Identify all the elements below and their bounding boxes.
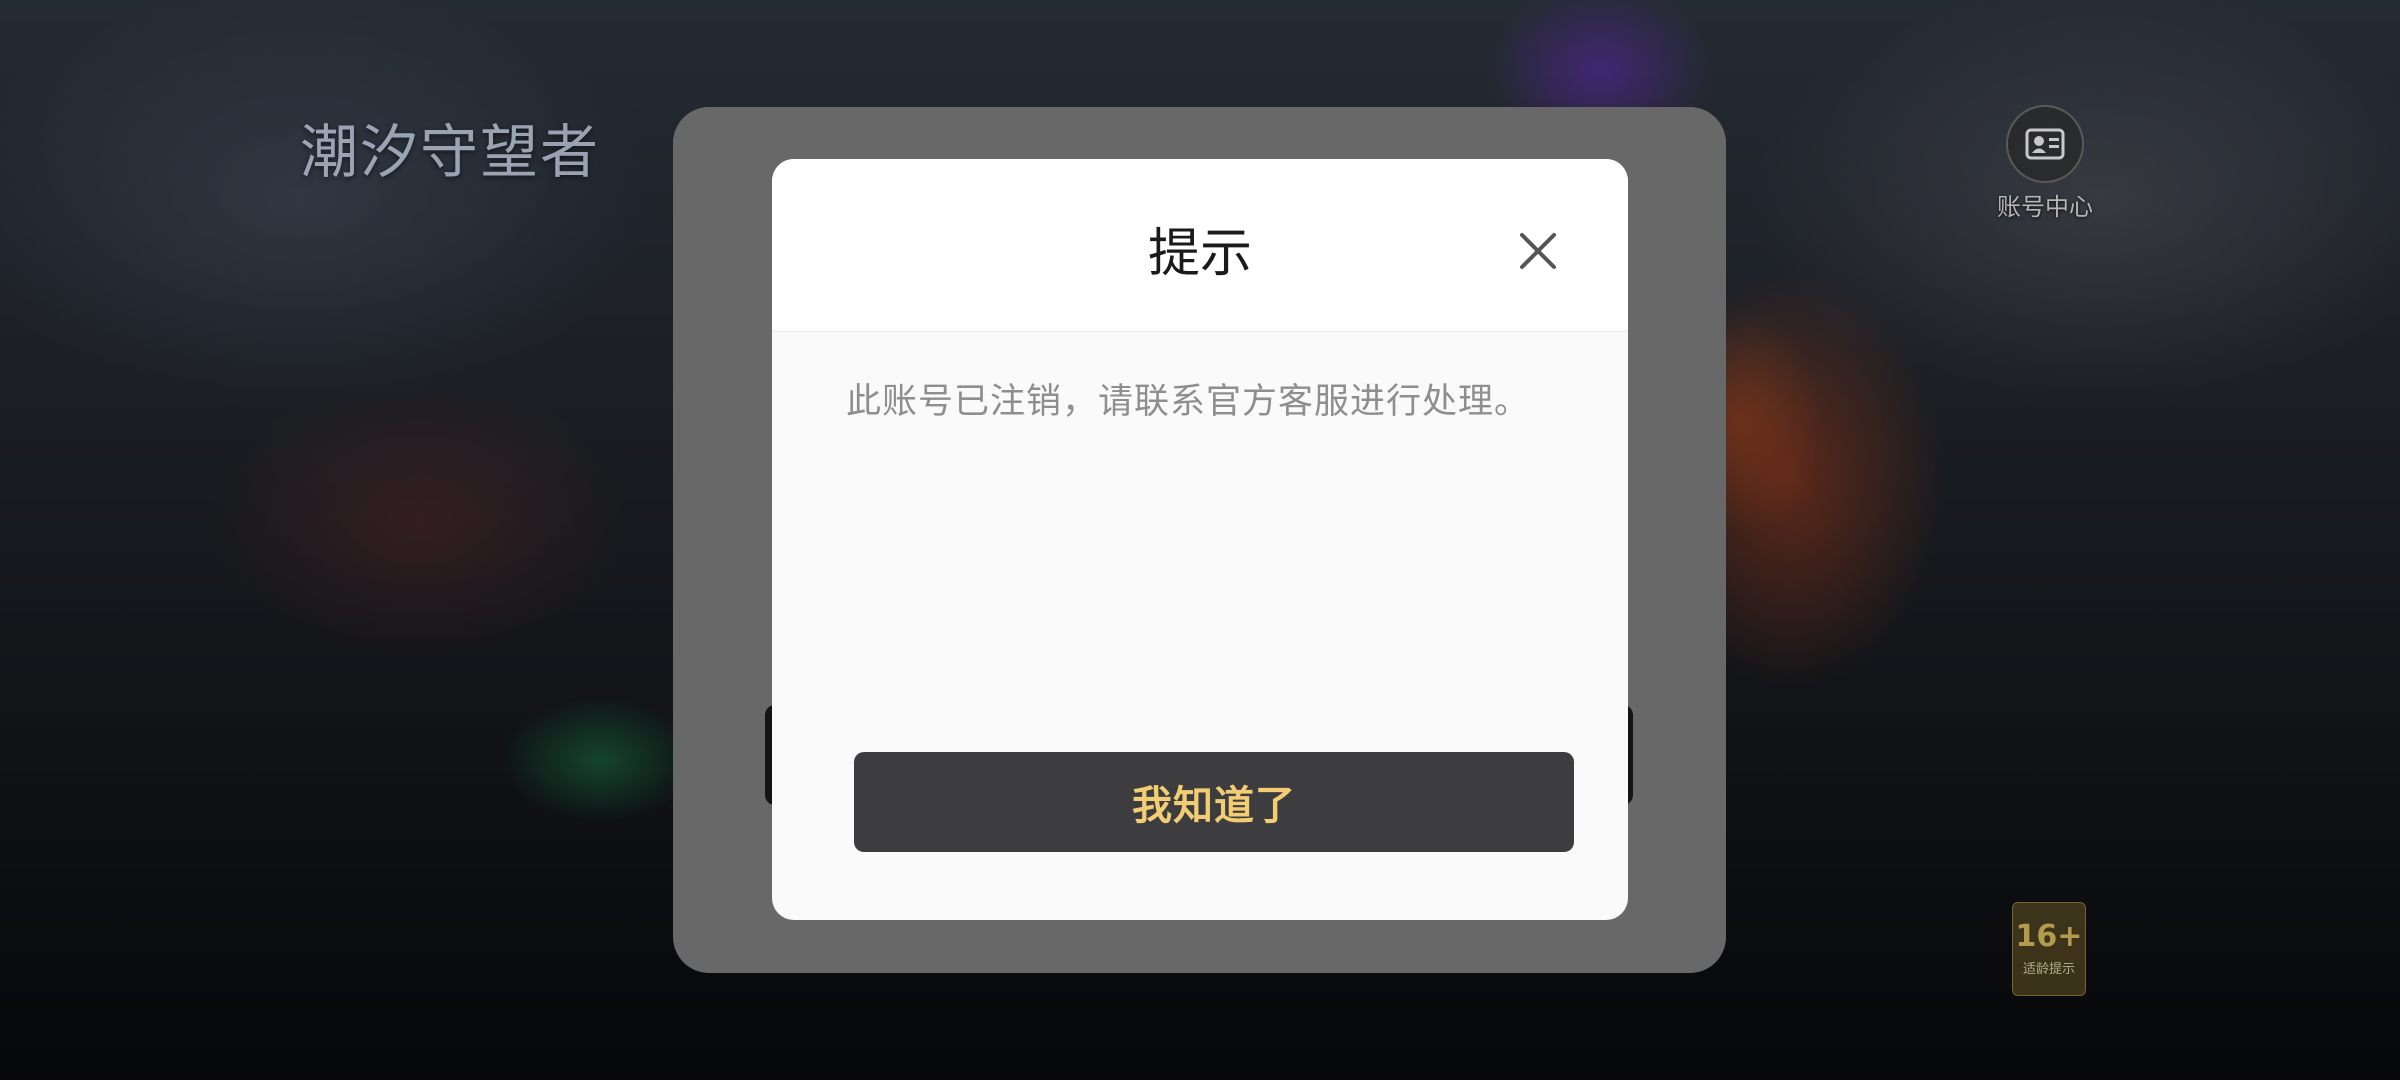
confirm-button[interactable]: 我知道了 — [854, 752, 1574, 852]
dialog-title: 提示 — [1147, 224, 1252, 284]
close-button[interactable] — [1510, 223, 1566, 279]
account-center-label: 账号中心 — [1997, 193, 2093, 221]
age-rating-badge[interactable]: 16+ 适龄提示 — [2012, 902, 2086, 996]
dialog-header: 提示 — [772, 159, 1628, 332]
account-center-button[interactable]: 账号中心 — [1990, 105, 2100, 222]
age-rating-number: 16+ — [2015, 918, 2083, 954]
game-logo: 潮汐守望者 — [300, 118, 601, 186]
confirm-button-label: 我知道了 — [1132, 784, 1296, 828]
age-rating-label: 适龄提示 — [2022, 961, 2075, 977]
dialog-message: 此账号已注销，请联系官方客服进行处理。 — [846, 382, 1531, 422]
notice-dialog: 提示 此账号已注销，请联系官方客服进行处理。 我知道了 — [772, 159, 1628, 920]
close-icon — [1520, 233, 1556, 269]
account-card-icon — [2006, 105, 2084, 183]
